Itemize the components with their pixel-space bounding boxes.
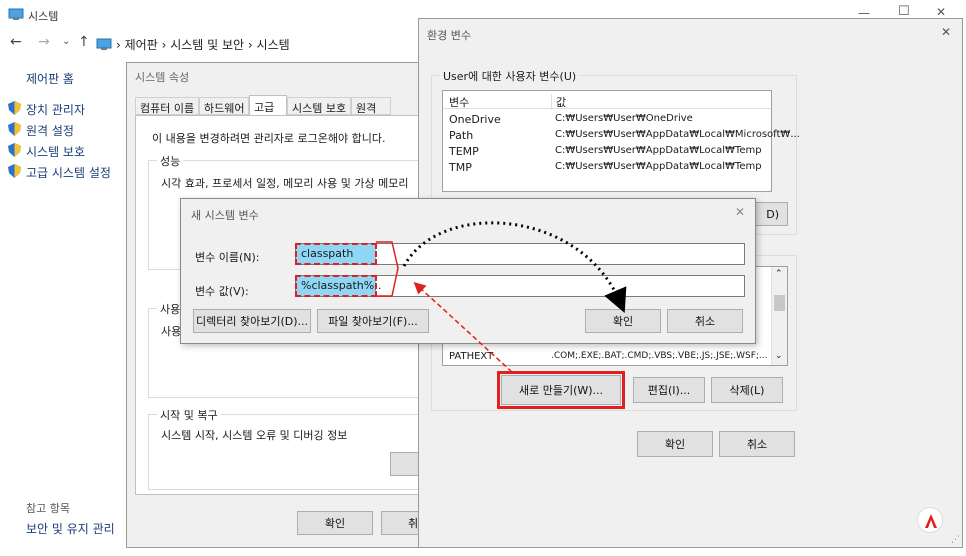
breadcrumb-item[interactable]: 시스템 및 보안 xyxy=(170,38,244,52)
var-name: TMP xyxy=(449,161,472,174)
tab-hardware[interactable]: 하드웨어 xyxy=(199,97,249,115)
tab-system-protection[interactable]: 시스템 보호 xyxy=(287,97,351,115)
table-row[interactable]: TMP C:₩Users₩User₩AppData₩Local₩Temp xyxy=(443,159,771,175)
var-name-label: 변수 이름(N): xyxy=(195,251,260,264)
scrollbar[interactable]: ⌃ ⌄ xyxy=(771,267,787,365)
tab-advanced[interactable]: 고급 xyxy=(249,95,287,117)
table-row[interactable]: Path C:₩Users₩User₩AppData₩Local₩Microso… xyxy=(443,127,800,143)
brand-logo xyxy=(917,507,943,533)
breadcrumb-sep-icon: › xyxy=(116,38,125,52)
var-name-highlight: classpath xyxy=(295,243,377,265)
maximize-button[interactable]: ☐ xyxy=(898,4,910,19)
user-vars-table: 변수 값 OneDrive C:₩Users₩User₩OneDrive Pat… xyxy=(442,90,800,192)
browse-file-button[interactable]: 파일 찾아보기(F)... xyxy=(317,309,429,333)
startup-desc: 시스템 시작, 시스템 오류 및 디버깅 정보 xyxy=(161,429,348,442)
breadcrumb-item[interactable]: 제어판 xyxy=(125,38,158,52)
var-value: .COM;.EXE;.BAT;.CMD;.VBS;.VBE;.JS;.JSE;.… xyxy=(551,351,768,361)
back-arrow-icon[interactable]: ← xyxy=(10,34,22,50)
var-value: C:₩Users₩User₩AppData₩Local₩Temp xyxy=(555,161,762,172)
var-value-highlight: %classpath%;. xyxy=(295,275,381,297)
breadcrumb-system-icon xyxy=(96,38,112,50)
sidebar-item-label: 시스템 보호 xyxy=(26,145,86,159)
system-icon xyxy=(8,8,24,20)
startup-group: 시작 및 복구 시스템 시작, 시스템 오류 및 디버깅 정보 xyxy=(148,407,428,490)
var-name: OneDrive xyxy=(449,113,501,126)
env-close-icon[interactable]: ✕ xyxy=(941,25,951,39)
var-value: C:₩Users₩User₩OneDrive xyxy=(555,113,693,124)
sys-props-ok-button[interactable]: 확인 xyxy=(297,511,373,535)
tab-strip: 컴퓨터 이름 하드웨어 고급 시스템 보호 원격 xyxy=(135,95,425,117)
sys-props-cancel-button[interactable]: 취 xyxy=(381,511,421,535)
system-properties-title: 시스템 속성 xyxy=(135,71,190,84)
forward-arrow-icon[interactable]: → xyxy=(38,34,50,50)
var-name: Path xyxy=(449,129,474,142)
sidebar-item-label: 원격 설정 xyxy=(26,124,74,138)
sidebar-item-label: 고급 시스템 설정 xyxy=(26,166,111,180)
tab-label: 원격 xyxy=(356,102,377,115)
tab-label: 컴퓨터 이름 xyxy=(140,102,195,115)
scroll-up-icon[interactable]: ⌃ xyxy=(775,269,783,279)
browse-directory-button[interactable]: 디렉터리 찾아보기(D)... xyxy=(193,309,311,333)
breadcrumb: › 제어판 › 시스템 및 보안 › 시스템 xyxy=(116,36,290,53)
tab-label: 하드웨어 xyxy=(204,102,245,115)
env-cancel-button[interactable]: 취소 xyxy=(719,431,795,457)
new-var-ok-button[interactable]: 확인 xyxy=(585,309,661,333)
close-button[interactable]: ✕ xyxy=(936,5,946,19)
var-name-field[interactable]: classpath xyxy=(295,243,745,265)
breadcrumb-sep-icon: › xyxy=(161,38,171,52)
table-row[interactable]: OneDrive C:₩Users₩User₩OneDrive xyxy=(443,111,771,127)
sidebar-item-device-manager[interactable]: 장치 관리자 xyxy=(8,100,128,118)
user-vars-legend: User에 대한 사용자 변수(U) xyxy=(440,68,580,84)
admin-note: 이 내용을 변경하려면 관리자로 로그온해야 합니다. xyxy=(152,132,386,145)
table-header: 변수 값 xyxy=(443,91,771,110)
nav-bar: ← → ⌄ ↑ › 제어판 › 시스템 및 보안 › 시스템 xyxy=(0,32,420,56)
startup-legend: 시작 및 복구 xyxy=(157,407,221,423)
col-val-header[interactable]: 값 xyxy=(551,94,566,110)
breadcrumb-item[interactable]: 시스템 xyxy=(257,38,290,52)
performance-legend: 성능 xyxy=(157,153,184,169)
table-row[interactable]: TEMP C:₩Users₩User₩AppData₩Local₩Temp xyxy=(443,143,771,159)
tab-label: 시스템 보호 xyxy=(292,102,347,115)
var-name: PATHEXT xyxy=(449,351,494,362)
breadcrumb-sep-icon: › xyxy=(247,38,257,52)
main-window-title: 시스템 xyxy=(28,10,59,23)
env-vars-title: 환경 변수 xyxy=(427,29,471,42)
var-value-label: 변수 값(V): xyxy=(195,285,249,298)
tab-label: 고급 xyxy=(254,101,275,114)
shield-icon xyxy=(8,122,21,139)
var-value: C:₩Users₩User₩AppData₩Local₩Microsoft₩..… xyxy=(555,129,800,140)
sidebar-home-link[interactable]: 제어판 홈 xyxy=(26,70,74,87)
col-var-header[interactable]: 변수 xyxy=(449,94,469,110)
new-variable-button[interactable]: 새로 만들기(W)... xyxy=(497,371,625,409)
edit-variable-button[interactable]: 편집(I)... xyxy=(633,377,705,403)
sidebar-item-label: 장치 관리자 xyxy=(26,103,86,117)
tab-remote[interactable]: 원격 xyxy=(351,97,391,115)
performance-desc: 시각 효과, 프로세서 일정, 메모리 사용 및 가상 메모리 xyxy=(161,177,409,190)
see-also-heading: 참고 항목 xyxy=(26,502,70,515)
sidebar-item-remote[interactable]: 원격 설정 xyxy=(8,121,128,139)
scroll-thumb[interactable] xyxy=(774,295,785,311)
shield-icon xyxy=(8,164,21,181)
env-ok-button[interactable]: 확인 xyxy=(637,431,713,457)
var-value-field[interactable]: %classpath%;. xyxy=(295,275,745,297)
resize-grip-icon[interactable]: ⋰ xyxy=(951,535,960,545)
var-value: C:₩Users₩User₩AppData₩Local₩Temp xyxy=(555,145,762,156)
var-name: TEMP xyxy=(449,145,479,158)
delete-variable-button[interactable]: 삭제(L) xyxy=(711,377,783,403)
table-row[interactable]: PATHEXT .COM;.EXE;.BAT;.CMD;.VBS;.VBE;.J… xyxy=(443,351,771,365)
new-var-close-icon[interactable]: ✕ xyxy=(735,205,745,219)
up-arrow-icon[interactable]: ↑ xyxy=(78,34,90,50)
shield-icon xyxy=(8,143,21,160)
scroll-down-icon[interactable]: ⌄ xyxy=(775,351,783,361)
new-var-cancel-button[interactable]: 취소 xyxy=(667,309,743,333)
new-var-title: 새 시스템 변수 xyxy=(191,209,259,222)
security-maintenance-link[interactable]: 보안 및 유지 관리 xyxy=(26,520,115,537)
shield-icon xyxy=(8,101,21,118)
tab-computer-name[interactable]: 컴퓨터 이름 xyxy=(135,97,199,115)
new-system-variable-dialog: 새 시스템 변수 ✕ 변수 이름(N): classpath 변수 값(V): … xyxy=(180,198,756,344)
sidebar-item-protection[interactable]: 시스템 보호 xyxy=(8,142,128,160)
history-chevron-icon[interactable]: ⌄ xyxy=(62,36,70,47)
sidebar-item-advanced[interactable]: 고급 시스템 설정 xyxy=(8,163,128,181)
